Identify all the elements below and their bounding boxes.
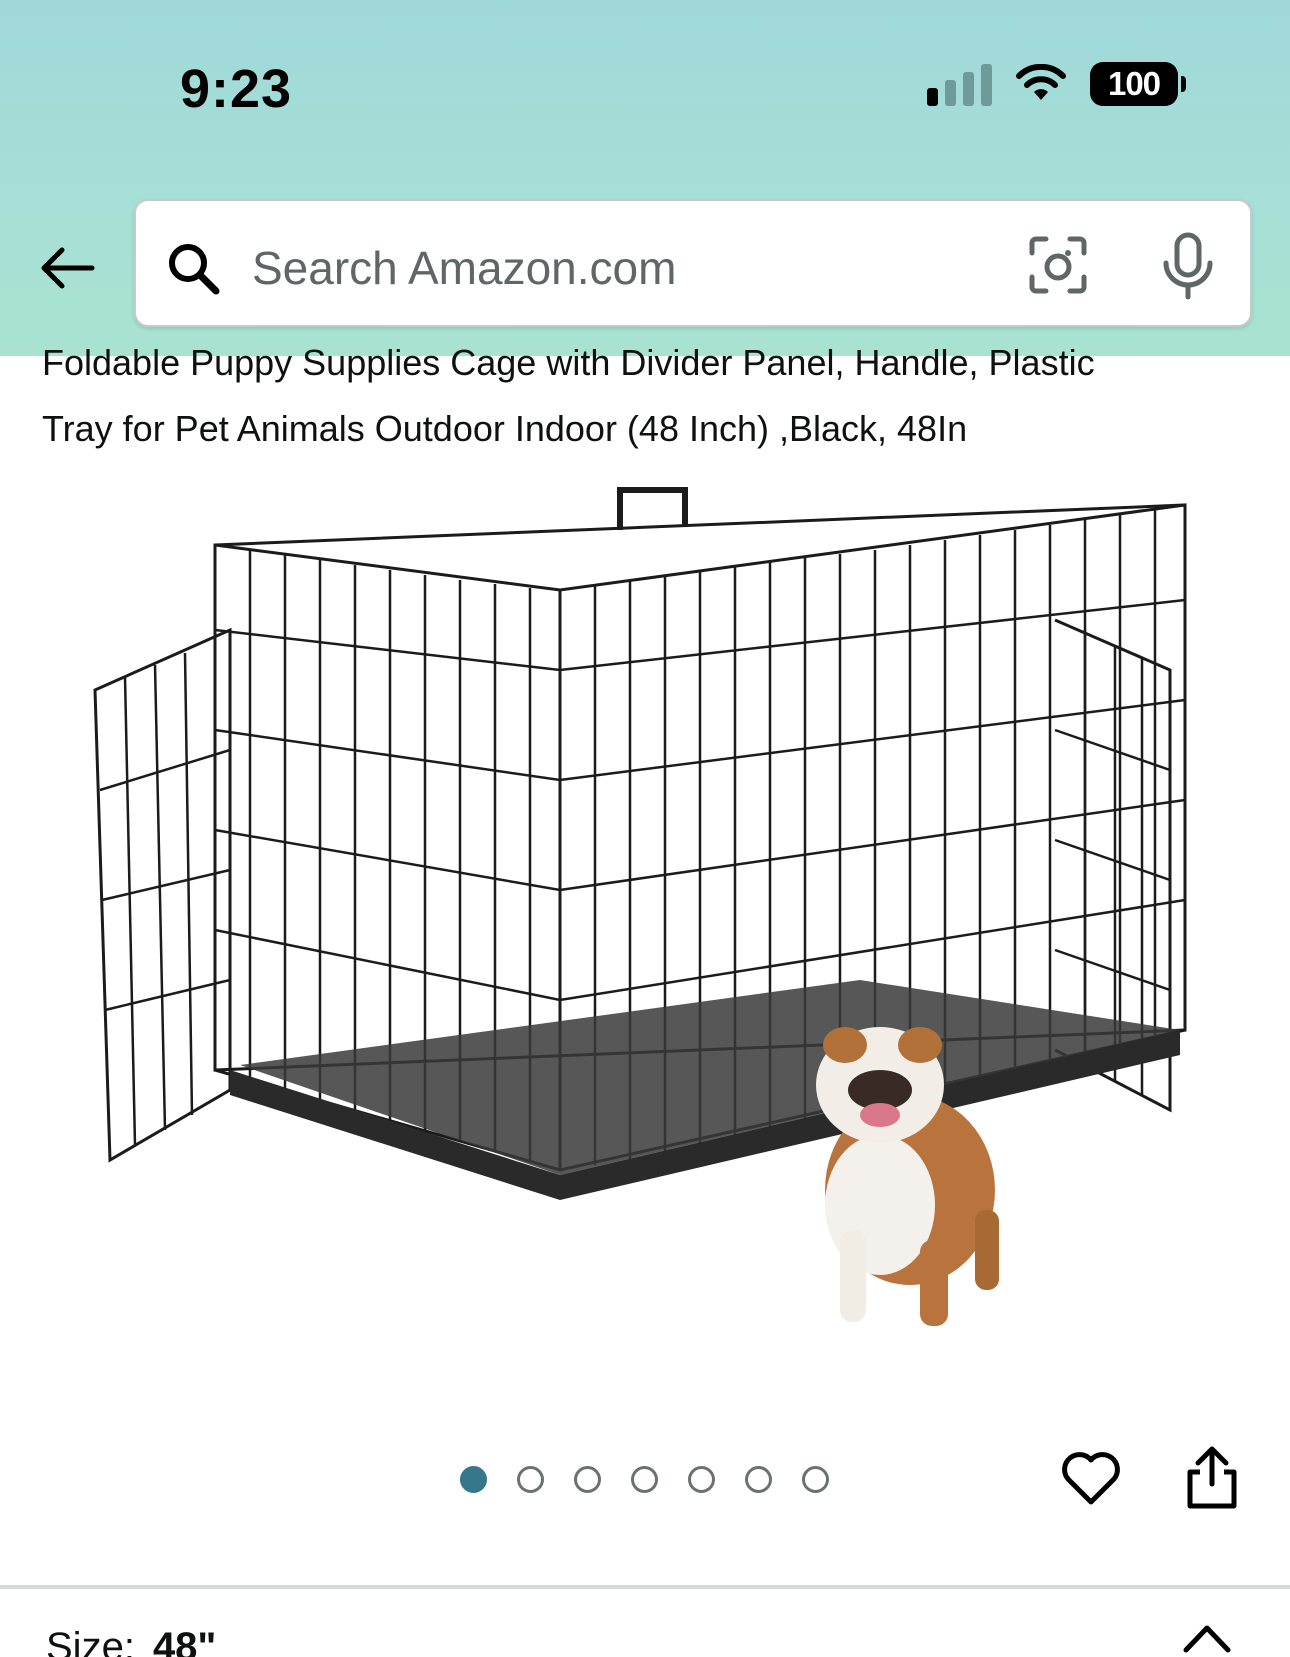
- search-icon: [169, 244, 220, 295]
- cellular-signal-icon: [927, 62, 992, 106]
- image-carousel-dots: [460, 1466, 829, 1493]
- product-title-line-1: Foldable Puppy Supplies Cage with Divide…: [42, 348, 1095, 383]
- carousel-dot[interactable]: [574, 1466, 601, 1493]
- back-arrow-icon[interactable]: [36, 238, 96, 298]
- share-icon[interactable]: [1184, 1444, 1240, 1512]
- carousel-dot[interactable]: [460, 1466, 487, 1493]
- carousel-dot[interactable]: [517, 1466, 544, 1493]
- microphone-icon[interactable]: [1160, 231, 1216, 301]
- carousel-dot[interactable]: [688, 1466, 715, 1493]
- status-time: 9:23: [180, 59, 293, 119]
- chevron-up-icon[interactable]: [1180, 1616, 1234, 1656]
- product-title-line-2: Tray for Pet Animals Outdoor Indoor (48 …: [42, 408, 968, 449]
- camera-icon[interactable]: [1026, 233, 1090, 297]
- product-image[interactable]: [80, 470, 1210, 1350]
- search-bar[interactable]: Search Amazon.com: [134, 199, 1252, 327]
- search-input[interactable]: Search Amazon.com: [252, 241, 676, 295]
- size-value: 48": [152, 1625, 217, 1657]
- status-icons: 100: [927, 62, 1186, 106]
- size-selector[interactable]: Size: 48": [46, 1625, 216, 1657]
- section-divider: [0, 1585, 1290, 1589]
- app-header: 9:23 100 Search Amazon.com: [0, 0, 1290, 356]
- carousel-dot[interactable]: [745, 1466, 772, 1493]
- size-label: Size:: [46, 1625, 135, 1657]
- heart-icon[interactable]: [1060, 1448, 1122, 1508]
- carousel-dot[interactable]: [631, 1466, 658, 1493]
- wifi-icon: [1016, 64, 1066, 100]
- battery-indicator: 100: [1090, 62, 1186, 106]
- carousel-dot[interactable]: [802, 1466, 829, 1493]
